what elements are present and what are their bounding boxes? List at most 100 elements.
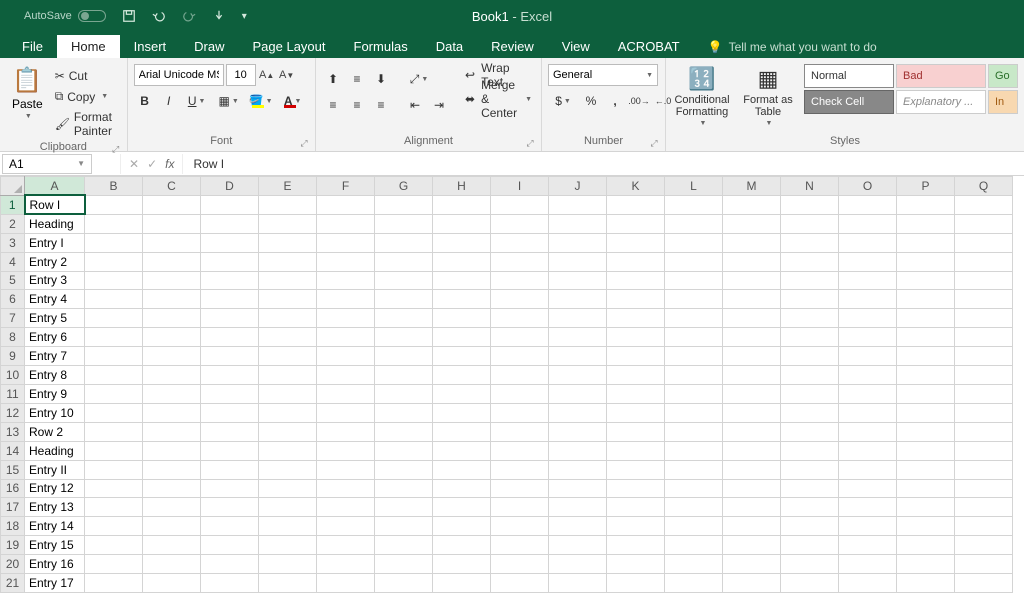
- cell-E11[interactable]: [259, 384, 317, 403]
- cell-G11[interactable]: [375, 384, 433, 403]
- align-right-button[interactable]: ≡: [370, 94, 392, 116]
- font-color-button[interactable]: A▼: [278, 90, 308, 112]
- cell-styles-gallery[interactable]: Normal Bad Go Check Cell Explanatory ...…: [804, 64, 1018, 114]
- cell-D1[interactable]: [201, 195, 259, 214]
- cell-K10[interactable]: [607, 366, 665, 385]
- cell-C7[interactable]: [143, 309, 201, 328]
- cell-Q19[interactable]: [955, 536, 1013, 555]
- tab-insert[interactable]: Insert: [120, 35, 181, 58]
- row-header-13[interactable]: 13: [1, 422, 25, 441]
- undo-icon[interactable]: [152, 9, 166, 23]
- cell-J18[interactable]: [549, 517, 607, 536]
- cell-F21[interactable]: [317, 574, 375, 593]
- cell-A14[interactable]: Heading: [25, 441, 85, 460]
- cell-E15[interactable]: [259, 460, 317, 479]
- cell-H15[interactable]: [433, 460, 491, 479]
- cell-N2[interactable]: [781, 214, 839, 233]
- cell-K11[interactable]: [607, 384, 665, 403]
- column-header-M[interactable]: M: [723, 177, 781, 196]
- cell-L1[interactable]: [665, 195, 723, 214]
- cell-C19[interactable]: [143, 536, 201, 555]
- cell-A20[interactable]: Entry 16: [25, 555, 85, 574]
- cell-P20[interactable]: [897, 555, 955, 574]
- spreadsheet-grid[interactable]: ABCDEFGHIJKLMNOPQ1Row I2Heading3Entry I4…: [0, 176, 1024, 593]
- cell-Q1[interactable]: [955, 195, 1013, 214]
- cell-D3[interactable]: [201, 233, 259, 252]
- row-header-3[interactable]: 3: [1, 233, 25, 252]
- cell-B19[interactable]: [85, 536, 143, 555]
- cell-B14[interactable]: [85, 441, 143, 460]
- cell-J9[interactable]: [549, 347, 607, 366]
- cell-Q21[interactable]: [955, 574, 1013, 593]
- cell-I18[interactable]: [491, 517, 549, 536]
- cell-Q16[interactable]: [955, 479, 1013, 498]
- tab-acrobat[interactable]: ACROBAT: [604, 35, 694, 58]
- cell-E9[interactable]: [259, 347, 317, 366]
- cell-K17[interactable]: [607, 498, 665, 517]
- cell-Q18[interactable]: [955, 517, 1013, 536]
- cell-O15[interactable]: [839, 460, 897, 479]
- cell-A7[interactable]: Entry 5: [25, 309, 85, 328]
- align-middle-button[interactable]: ≡: [346, 68, 368, 90]
- cell-K5[interactable]: [607, 271, 665, 290]
- column-header-P[interactable]: P: [897, 177, 955, 196]
- cell-C18[interactable]: [143, 517, 201, 536]
- enter-formula-icon[interactable]: ✓: [147, 157, 157, 171]
- cell-J20[interactable]: [549, 555, 607, 574]
- row-header-16[interactable]: 16: [1, 479, 25, 498]
- cell-G5[interactable]: [375, 271, 433, 290]
- cell-M6[interactable]: [723, 290, 781, 309]
- cell-G2[interactable]: [375, 214, 433, 233]
- percent-format-button[interactable]: %: [580, 90, 602, 112]
- cell-Q8[interactable]: [955, 328, 1013, 347]
- cell-F12[interactable]: [317, 403, 375, 422]
- cell-D7[interactable]: [201, 309, 259, 328]
- cell-F10[interactable]: [317, 366, 375, 385]
- cell-K1[interactable]: [607, 195, 665, 214]
- cell-I20[interactable]: [491, 555, 549, 574]
- column-header-K[interactable]: K: [607, 177, 665, 196]
- format-painter-button[interactable]: 🖌Format Painter: [53, 109, 121, 139]
- cell-N9[interactable]: [781, 347, 839, 366]
- cell-O13[interactable]: [839, 422, 897, 441]
- cell-K16[interactable]: [607, 479, 665, 498]
- cell-L14[interactable]: [665, 441, 723, 460]
- cell-F19[interactable]: [317, 536, 375, 555]
- cell-N17[interactable]: [781, 498, 839, 517]
- cell-E5[interactable]: [259, 271, 317, 290]
- cell-D8[interactable]: [201, 328, 259, 347]
- cell-K7[interactable]: [607, 309, 665, 328]
- cell-A3[interactable]: Entry I: [25, 233, 85, 252]
- cell-M17[interactable]: [723, 498, 781, 517]
- cell-K6[interactable]: [607, 290, 665, 309]
- row-header-1[interactable]: 1: [1, 195, 25, 214]
- cell-B17[interactable]: [85, 498, 143, 517]
- cell-O18[interactable]: [839, 517, 897, 536]
- cell-C16[interactable]: [143, 479, 201, 498]
- row-header-4[interactable]: 4: [1, 252, 25, 271]
- number-format-dropdown[interactable]: General▼: [548, 64, 658, 86]
- cell-M13[interactable]: [723, 422, 781, 441]
- conditional-formatting-button[interactable]: 🔢 Conditional Formatting▼: [672, 64, 732, 129]
- cell-A2[interactable]: Heading: [25, 214, 85, 233]
- cell-J12[interactable]: [549, 403, 607, 422]
- cell-N1[interactable]: [781, 195, 839, 214]
- cell-C14[interactable]: [143, 441, 201, 460]
- cell-L11[interactable]: [665, 384, 723, 403]
- cell-P13[interactable]: [897, 422, 955, 441]
- column-header-D[interactable]: D: [201, 177, 259, 196]
- column-header-B[interactable]: B: [85, 177, 143, 196]
- cell-L17[interactable]: [665, 498, 723, 517]
- paste-button[interactable]: 📋 Paste ▼: [6, 64, 49, 122]
- cell-P2[interactable]: [897, 214, 955, 233]
- cell-C6[interactable]: [143, 290, 201, 309]
- cancel-formula-icon[interactable]: ✕: [129, 157, 139, 171]
- cell-L8[interactable]: [665, 328, 723, 347]
- cell-P4[interactable]: [897, 252, 955, 271]
- cell-G18[interactable]: [375, 517, 433, 536]
- cell-O3[interactable]: [839, 233, 897, 252]
- cell-C2[interactable]: [143, 214, 201, 233]
- cell-P12[interactable]: [897, 403, 955, 422]
- bold-button[interactable]: B: [134, 90, 156, 112]
- cell-F3[interactable]: [317, 233, 375, 252]
